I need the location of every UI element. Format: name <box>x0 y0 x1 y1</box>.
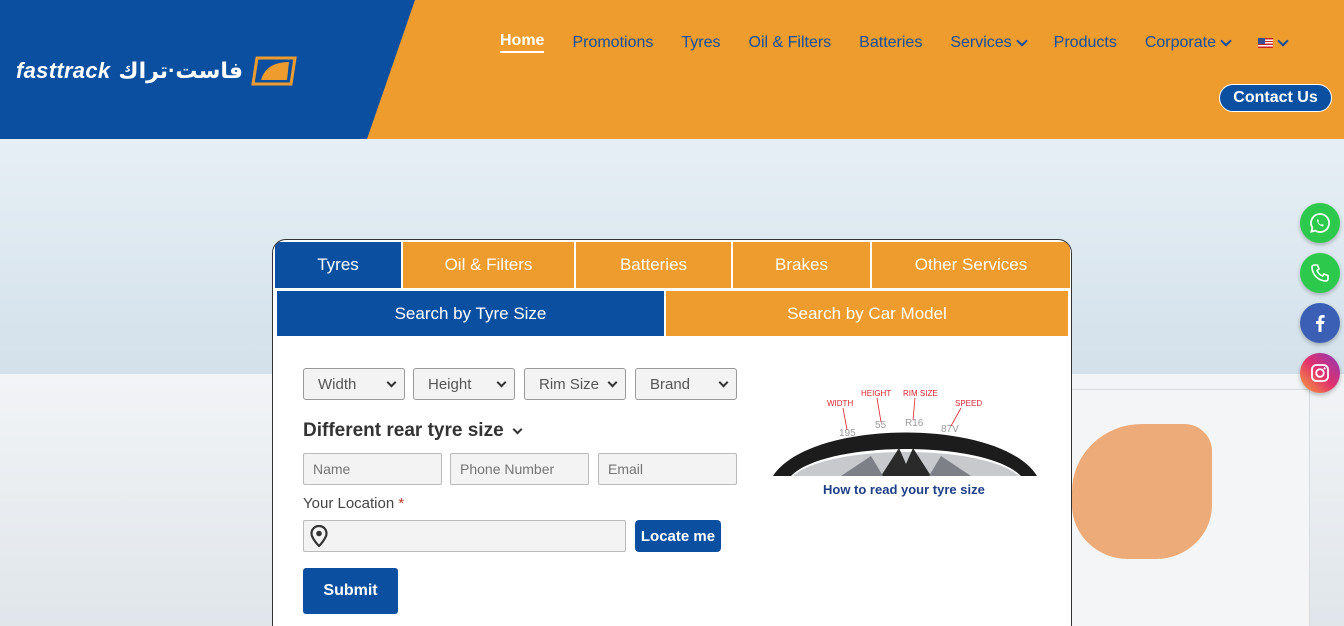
brand-name-en: fasttrack <box>16 58 111 83</box>
chevron-down-icon <box>1220 34 1232 47</box>
chevron-down-icon <box>496 377 507 387</box>
chevron-down-icon <box>607 377 618 387</box>
instagram-button[interactable] <box>1300 353 1340 393</box>
sidewall-rim: R16 <box>905 418 924 429</box>
us-flag-icon <box>1257 37 1273 48</box>
chevron-down-icon <box>1016 34 1028 47</box>
search-panel: Tyres Oil & Filters Batteries Brakes Oth… <box>272 239 1072 626</box>
chevron-down-icon <box>718 377 729 387</box>
rear-size-toggle[interactable]: Different rear tyre size <box>303 420 523 442</box>
language-selector[interactable] <box>1257 34 1289 48</box>
category-tabs: Tyres Oil & Filters Batteries Brakes Oth… <box>275 242 1070 288</box>
main-nav: Home Promotions Tyres Oil & Filters Batt… <box>500 32 1344 53</box>
tab-search-by-size[interactable]: Search by Tyre Size <box>277 291 664 336</box>
brand-name-ar: فاست·تراك <box>118 58 243 83</box>
width-select-value: Width <box>318 375 357 393</box>
nav-tyres[interactable]: Tyres <box>681 34 720 52</box>
chevron-down-icon <box>512 424 523 434</box>
height-select-value: Height <box>428 375 472 393</box>
instagram-icon <box>1311 364 1329 382</box>
nav-services[interactable]: Services <box>950 34 1028 52</box>
brand-select[interactable]: Brand <box>635 368 737 400</box>
building-logo-decor <box>1072 424 1212 559</box>
contact-us-button[interactable]: Contact Us <box>1219 84 1332 112</box>
brand-select-value: Brand <box>650 375 691 393</box>
label-speed: SPEED <box>955 399 982 408</box>
nav-products[interactable]: Products <box>1054 34 1117 52</box>
required-mark: * <box>398 495 405 512</box>
site-header: fasttrack فاست·تراك Home Promotions Tyre… <box>0 0 1344 139</box>
tab-batteries[interactable]: Batteries <box>576 242 731 288</box>
brand-logo[interactable]: fasttrack فاست·تراك <box>16 56 297 86</box>
sidewall-width: 195 <box>839 428 856 439</box>
chevron-down-icon <box>386 377 397 387</box>
nav-corporate[interactable]: Corporate <box>1145 34 1232 52</box>
nav-home[interactable]: Home <box>500 32 545 53</box>
tyre-diagram-caption: How to read your tyre size <box>823 482 985 497</box>
label-height: HEIGHT <box>861 389 891 398</box>
submit-button[interactable]: Submit <box>303 568 398 614</box>
phone-icon <box>1311 264 1329 282</box>
facebook-icon <box>1316 315 1325 332</box>
tab-oil-filters[interactable]: Oil & Filters <box>403 242 574 288</box>
map-pin-icon <box>310 525 328 547</box>
email-field[interactable] <box>598 453 737 485</box>
width-select[interactable]: Width <box>303 368 405 400</box>
tab-tyres[interactable]: Tyres <box>275 242 401 288</box>
location-label: Your Location * <box>303 495 404 512</box>
rim-size-select-value: Rim Size <box>539 375 600 393</box>
brand-mark-icon <box>251 56 297 86</box>
phone-field[interactable] <box>450 453 589 485</box>
nav-batteries[interactable]: Batteries <box>859 34 922 52</box>
facebook-button[interactable] <box>1300 303 1340 343</box>
whatsapp-icon <box>1310 213 1331 233</box>
nav-promotions[interactable]: Promotions <box>572 34 653 52</box>
location-field[interactable] <box>303 520 626 552</box>
mode-tabs: Search by Tyre Size Search by Car Model <box>277 291 1068 337</box>
location-label-text: Your Location <box>303 495 395 512</box>
sidewall-speed: 87V <box>941 424 959 435</box>
tab-search-by-car[interactable]: Search by Car Model <box>666 291 1068 336</box>
height-select[interactable]: Height <box>413 368 515 400</box>
nav-oil-filters[interactable]: Oil & Filters <box>749 34 832 52</box>
phone-button[interactable] <box>1300 253 1340 293</box>
label-width: WIDTH <box>827 399 853 408</box>
rear-size-label: Different rear tyre size <box>303 420 504 441</box>
whatsapp-button[interactable] <box>1300 203 1340 243</box>
locate-me-button[interactable]: Locate me <box>635 520 721 552</box>
label-rim-size: RIM SIZE <box>903 389 938 398</box>
chevron-down-icon <box>1277 34 1289 47</box>
tab-other-services[interactable]: Other Services <box>872 242 1070 288</box>
rim-size-select[interactable]: Rim Size <box>524 368 626 400</box>
tab-brakes[interactable]: Brakes <box>733 242 870 288</box>
name-field[interactable] <box>303 453 442 485</box>
